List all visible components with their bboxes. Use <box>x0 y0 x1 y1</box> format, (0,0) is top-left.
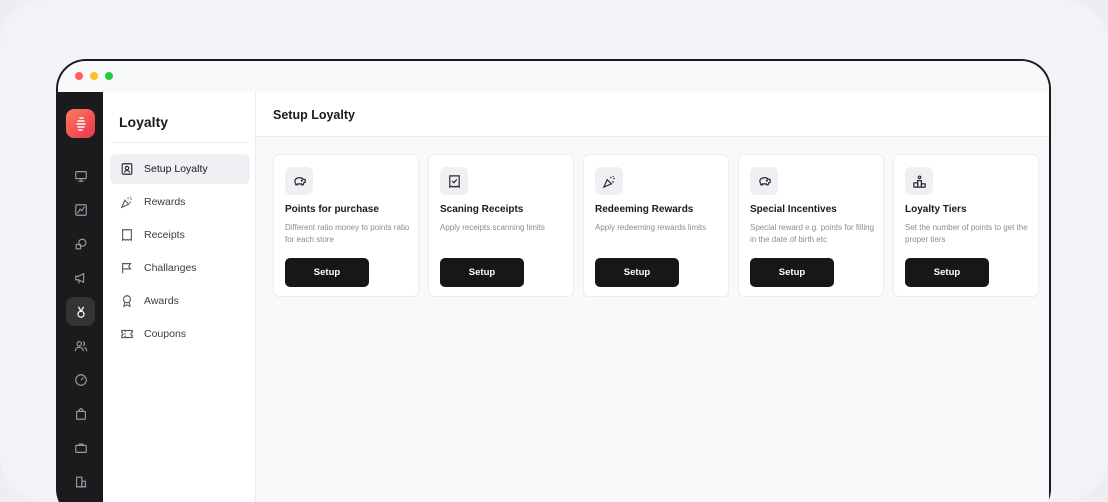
presentation-icon <box>74 170 87 182</box>
confetti-icon <box>595 167 623 195</box>
setup-button[interactable]: Setup <box>750 258 834 287</box>
laptop-bezel: Loyalty Setup Loyalty Rewards Receipts C… <box>56 59 1051 502</box>
app-window: Loyalty Setup Loyalty Rewards Receipts C… <box>58 61 1049 502</box>
rail-item-chart[interactable] <box>66 195 95 224</box>
receipt-icon <box>120 228 134 242</box>
rail-item-shapes[interactable] <box>66 229 95 258</box>
subnav-item-label: Awards <box>144 295 179 307</box>
rail-item-buildings[interactable] <box>66 467 95 496</box>
card-description: Different ratio money to points ratio fo… <box>285 223 410 244</box>
frame-background: Loyalty Setup Loyalty Rewards Receipts C… <box>0 0 1108 502</box>
ticket-icon <box>120 327 134 341</box>
setup-button[interactable]: Setup <box>285 258 369 287</box>
main-content: Setup Loyalty Points for purchase Differ… <box>256 92 1049 502</box>
subnav-item-rewards[interactable]: Rewards <box>110 187 250 217</box>
minimize-window-button[interactable] <box>90 72 98 80</box>
page-title: Setup Loyalty <box>273 108 355 122</box>
app-logo[interactable] <box>66 109 95 138</box>
shopping-bag-icon <box>75 407 86 420</box>
shapes-icon <box>75 238 86 249</box>
confetti-icon <box>120 195 134 209</box>
rail-item-presentation[interactable] <box>66 161 95 190</box>
card-title: Points for purchase <box>285 204 379 215</box>
badge-icon <box>120 162 134 176</box>
briefcase-icon <box>74 442 87 453</box>
card-title: Redeeming Rewards <box>595 204 694 215</box>
card-title: Loyalty Tiers <box>905 204 967 215</box>
rail-item-shopping-bag[interactable] <box>66 399 95 428</box>
setup-button[interactable]: Setup <box>440 258 524 287</box>
setup-button[interactable]: Setup <box>595 258 679 287</box>
maximize-window-button[interactable] <box>105 72 113 80</box>
piggy-bank-icon <box>750 167 778 195</box>
receipt-check-icon <box>440 167 468 195</box>
chart-icon <box>74 203 87 216</box>
subnav-item-label: Setup Loyalty <box>144 163 208 175</box>
rail-item-users[interactable] <box>66 331 95 360</box>
subnav-item-label: Receipts <box>144 229 185 241</box>
card-special-incentives: Special Incentives Special reward e.g. p… <box>738 154 884 297</box>
megaphone-icon <box>74 272 84 283</box>
rail-item-briefcase[interactable] <box>66 433 95 462</box>
rail-item-medal[interactable] <box>66 297 95 326</box>
card-loyalty-tiers: Loyalty Tiers Set the number of points t… <box>893 154 1039 297</box>
rail-item-megaphone[interactable] <box>66 263 95 292</box>
card-redeeming-rewards: Redeeming Rewards Apply redeeming reward… <box>583 154 729 297</box>
subnav-item-awards[interactable]: Awards <box>110 286 250 316</box>
window-titlebar <box>58 61 1049 92</box>
stacked-bars-logo-icon <box>75 116 86 131</box>
subnav-item-label: Coupons <box>144 328 187 340</box>
subnav-item-coupons[interactable]: Coupons <box>110 319 250 349</box>
main-header: Setup Loyalty <box>256 92 1049 137</box>
subnav-item-label: Challanges <box>144 262 197 274</box>
piggy-bank-icon <box>285 167 313 195</box>
flag-icon <box>120 261 134 275</box>
card-description: Apply redeeming rewards limits <box>595 223 707 232</box>
setup-button[interactable]: Setup <box>905 258 989 287</box>
close-window-button[interactable] <box>75 72 83 80</box>
users-icon <box>74 340 87 351</box>
subnav-divider <box>111 142 249 143</box>
card-title: Scaning Receipts <box>440 204 524 215</box>
subnav-title: Loyalty <box>119 114 169 130</box>
subnav-item-label: Rewards <box>144 196 186 208</box>
card-description: Special reward e.g. points for filling i… <box>750 223 875 244</box>
award-icon <box>120 294 134 308</box>
buildings-icon <box>75 476 86 487</box>
card-description: Apply receipts scanning limits <box>440 223 545 232</box>
loyalty-subnav: Loyalty Setup Loyalty Rewards Receipts C… <box>103 92 256 502</box>
subnav-item-setup-loyalty[interactable]: Setup Loyalty <box>110 154 250 184</box>
speedometer-icon <box>74 373 87 386</box>
rail-item-speedometer[interactable] <box>66 365 95 394</box>
medal-icon <box>76 305 85 318</box>
subnav-item-challanges[interactable]: Challanges <box>110 253 250 283</box>
card-description: Set the number of points to get the prop… <box>905 223 1028 244</box>
icon-rail <box>58 92 103 502</box>
card-title: Special Incentives <box>750 204 837 215</box>
podium-icon <box>905 167 933 195</box>
subnav-item-receipts[interactable]: Receipts <box>110 220 250 250</box>
card-points-for-purchase: Points for purchase Different ratio mone… <box>273 154 419 297</box>
card-scaning-receipts: Scaning Receipts Apply receipts scanning… <box>428 154 574 297</box>
